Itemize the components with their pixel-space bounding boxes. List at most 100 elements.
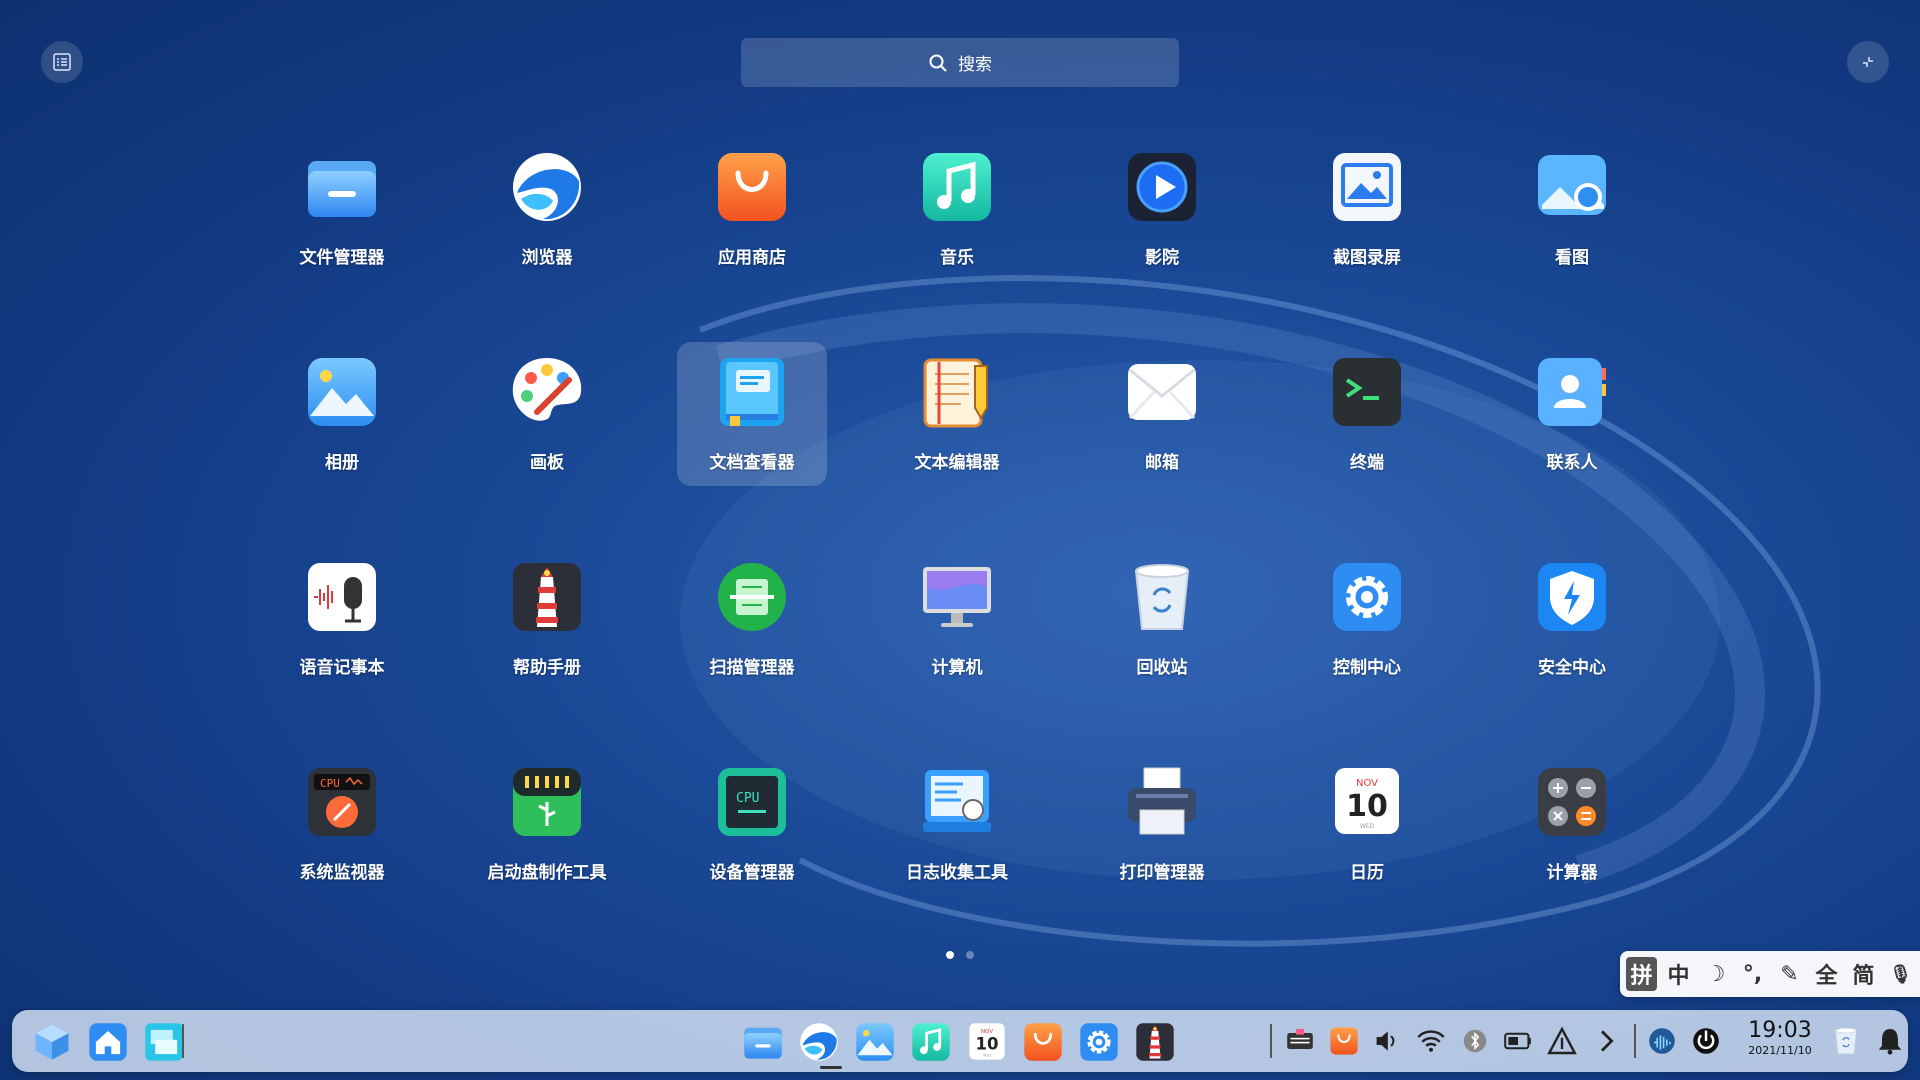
app-shield[interactable]: 安全中心 (1497, 547, 1647, 691)
ime-fullwidth-toggle[interactable]: 全 (1811, 957, 1842, 991)
app-play[interactable]: 影院 (1087, 137, 1237, 281)
app-label: 扫描管理器 (709, 658, 795, 678)
app-contacts[interactable]: 联系人 (1497, 342, 1647, 486)
app-store-bag[interactable]: 应用商店 (677, 137, 827, 281)
app-voice-note[interactable]: 语音记事本 (267, 547, 417, 691)
app-calendar[interactable]: NOV 10 WED 日历 (1292, 752, 1442, 896)
contacts-icon (1532, 352, 1612, 432)
dock-multitask[interactable] (142, 1020, 186, 1064)
ime-simplified-toggle[interactable]: 简 (1848, 957, 1879, 991)
dock-store-bag[interactable] (1021, 1020, 1065, 1064)
ime-punctuation-icon[interactable]: °, (1737, 957, 1768, 991)
app-trash[interactable]: 回收站 (1087, 547, 1237, 691)
trash-icon (1835, 1027, 1857, 1055)
dock-bluetooth[interactable] (1459, 1025, 1491, 1057)
app-log[interactable]: 日志收集工具 (882, 752, 1032, 896)
app-album[interactable]: 相册 (267, 342, 417, 486)
dock-screen-record[interactable] (1546, 1025, 1578, 1057)
clock[interactable]: 19:03 2021/11/10 (1735, 1018, 1825, 1058)
store-bag-icon (1024, 1023, 1062, 1061)
ime-mic-icon[interactable]: 🎙 (1885, 957, 1916, 991)
app-label: 语音记事本 (299, 658, 385, 678)
dock-bell[interactable] (1874, 1025, 1906, 1057)
dock-gear[interactable] (1077, 1020, 1121, 1064)
dock-launcher[interactable] (30, 1020, 74, 1064)
app-label: 影院 (1145, 248, 1179, 268)
dock-store-bag[interactable] (1328, 1025, 1360, 1057)
dock-battery[interactable] (1502, 1025, 1534, 1057)
page-dot-2[interactable] (966, 951, 974, 959)
app-label: 系统监视器 (299, 863, 385, 883)
app-terminal[interactable]: 终端 (1292, 342, 1442, 486)
app-label: 应用商店 (718, 248, 786, 268)
app-gear[interactable]: 控制中心 (1292, 547, 1442, 691)
album-icon (302, 352, 382, 432)
app-computer[interactable]: 计算机 (882, 547, 1032, 691)
ime-moon-icon[interactable]: ☽ (1700, 957, 1731, 991)
app-palette[interactable]: 画板 (472, 342, 622, 486)
dock-wifi[interactable] (1415, 1025, 1447, 1057)
folder-icon (302, 147, 382, 227)
calendar-icon: NOV 10 WED (1335, 768, 1399, 834)
dock-lighthouse[interactable] (1133, 1020, 1177, 1064)
mail-icon (1122, 352, 1202, 432)
calculator-icon (1532, 762, 1612, 842)
app-image-viewer[interactable]: 看图 (1497, 137, 1647, 281)
dock-volume[interactable] (1371, 1025, 1403, 1057)
app-screenshot[interactable]: 截图录屏 (1292, 137, 1442, 281)
app-label: 音乐 (940, 248, 974, 268)
app-label: 安全中心 (1538, 658, 1606, 678)
dock-folder[interactable] (741, 1020, 785, 1064)
svg-text:WED: WED (983, 1053, 991, 1057)
app-document-viewer[interactable]: 文档查看器 (677, 342, 827, 486)
ime-pinyin-toggle[interactable]: 拼 (1626, 957, 1657, 991)
text-editor-icon (923, 358, 988, 428)
voice-note-icon (308, 563, 376, 631)
app-label: 截图录屏 (1333, 248, 1401, 268)
dock-keyboard[interactable] (1284, 1025, 1316, 1057)
app-label: 画板 (530, 453, 564, 473)
app-mail[interactable]: 邮箱 (1087, 342, 1237, 486)
running-indicator (820, 1066, 842, 1069)
dock-browser[interactable] (797, 1020, 841, 1064)
home-icon (89, 1023, 127, 1061)
gear-icon (1327, 557, 1407, 637)
dock-calendar[interactable]: NOV 10 WED (965, 1020, 1009, 1064)
page-dot-1[interactable] (946, 951, 954, 959)
system-monitor-icon: CPU (308, 768, 376, 836)
app-label: 计算机 (931, 658, 983, 678)
app-label: 终端 (1350, 453, 1384, 473)
app-calculator[interactable]: 计算器 (1497, 752, 1647, 896)
image-viewer-icon (1532, 147, 1612, 227)
dock-home[interactable] (86, 1020, 130, 1064)
svg-text:WED: WED (1360, 823, 1375, 830)
app-label: 设备管理器 (709, 863, 795, 883)
palette-icon (507, 352, 587, 432)
app-label: 邮箱 (1145, 453, 1179, 473)
app-scanner[interactable]: 扫描管理器 (677, 547, 827, 691)
app-folder[interactable]: 文件管理器 (267, 137, 417, 281)
dock-chevron-right[interactable] (1590, 1025, 1622, 1057)
app-text-editor[interactable]: 文本编辑器 (882, 342, 1032, 486)
app-usb[interactable]: 启动盘制作工具 (472, 752, 622, 896)
dock-power[interactable] (1690, 1025, 1722, 1057)
app-cpu[interactable]: CPU 设备管理器 (677, 752, 827, 896)
dock-music-note[interactable] (909, 1020, 953, 1064)
app-lighthouse[interactable]: 帮助手册 (472, 547, 622, 691)
app-system-monitor[interactable]: CPU 系统监视器 (267, 752, 417, 896)
app-browser[interactable]: 浏览器 (472, 137, 622, 281)
ime-chinese-mode[interactable]: 中 (1663, 957, 1694, 991)
multitask-icon (145, 1023, 183, 1061)
dock-album[interactable] (853, 1020, 897, 1064)
bluetooth-icon (1463, 1029, 1487, 1053)
voice-note-icon (302, 557, 382, 637)
music-note-icon (917, 147, 997, 227)
dock-trash[interactable] (1830, 1025, 1862, 1057)
volume-icon (1376, 1031, 1395, 1051)
app-label: 回收站 (1136, 658, 1188, 678)
app-music-note[interactable]: 音乐 (882, 137, 1032, 281)
dock-separator (1270, 1024, 1272, 1058)
app-printer[interactable]: 打印管理器 (1087, 752, 1237, 896)
ime-handwrite-icon[interactable]: ✎ (1774, 957, 1805, 991)
dock-voice-assistant[interactable] (1646, 1025, 1678, 1057)
